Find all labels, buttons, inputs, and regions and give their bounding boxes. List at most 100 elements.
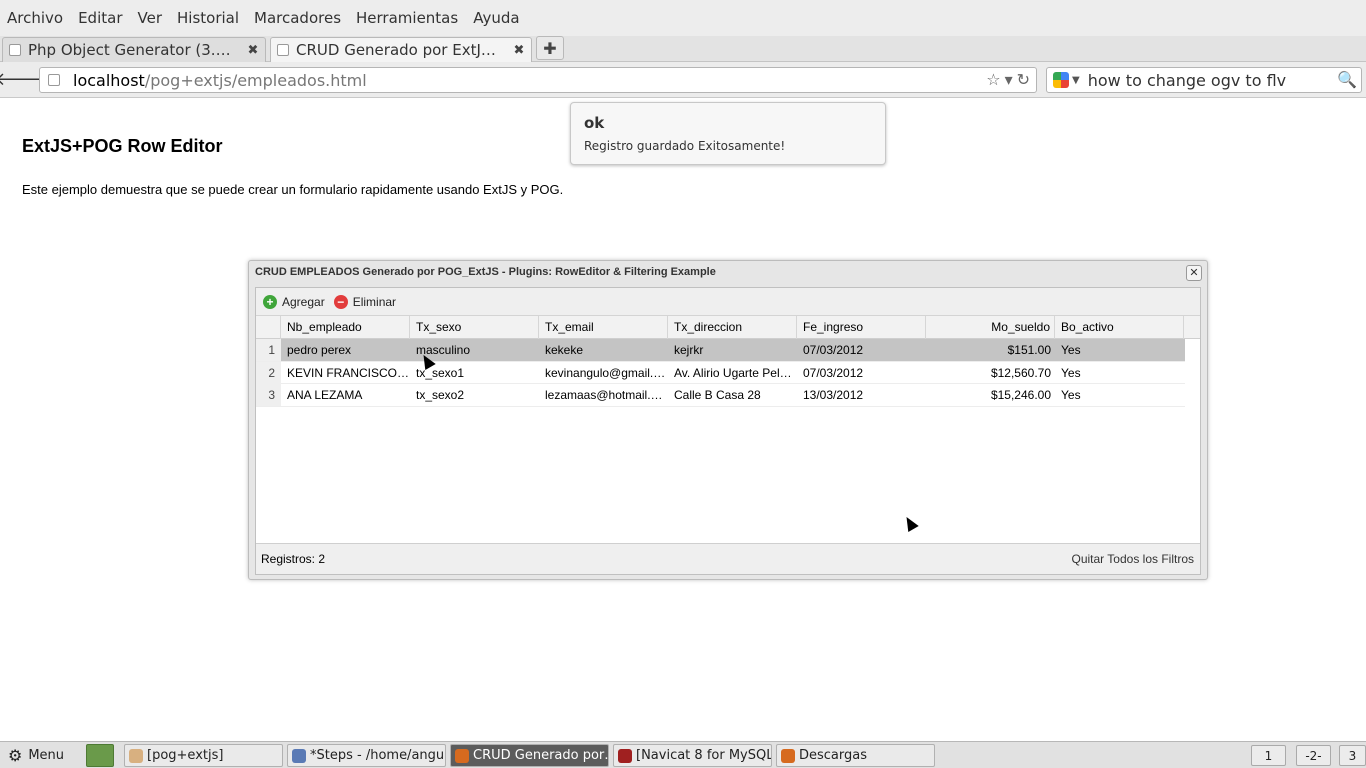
grid-window: CRUD EMPLEADOS Generado por POG_ExtJS - … [248,260,1208,580]
cell-tx-email[interactable]: kevinangulo@gmail.… [539,362,668,384]
workspace-1[interactable]: 1 [1251,745,1286,766]
cell-nb-empleado[interactable]: pedro perex [281,339,410,361]
page-icon [277,44,289,56]
add-icon: + [263,294,277,309]
cell-tx-sexo[interactable]: tx_sexo2 [410,384,539,406]
grid-header: Nb_empleado Tx_sexo Tx_email Tx_direccio… [256,316,1200,339]
grid-footer: Registros: 2 Quitar Todos los Filtros [256,543,1200,574]
menu-bar: Archivo Editar Ver Historial Marcadores … [0,0,1366,36]
taskbar-item-label: *Steps - /home/angu… [310,748,446,763]
text-editor-icon [292,748,306,763]
notification-message: Registro guardado Exitosamente! [584,139,786,153]
cell-tx-direccion[interactable]: Calle B Casa 28 [668,384,797,406]
delete-icon: − [333,294,348,309]
row-number: 2 [256,361,281,384]
reload-icon[interactable]: ↻ [1017,70,1030,89]
menu-archivo[interactable]: Archivo [7,9,63,27]
search-input[interactable]: how to change ogv to flv [1088,71,1286,90]
cell-bo-activo[interactable]: Yes [1055,384,1184,406]
cell-tx-email[interactable]: lezamaas@hotmail.… [539,384,668,406]
menu-herramientas[interactable]: Herramientas [356,9,458,27]
taskbar-item-descargas[interactable]: Descargas [776,744,935,767]
column-header-tx-direccion[interactable]: Tx_direccion [668,316,797,339]
row-number: 1 [256,339,281,361]
cell-mo-sueldo[interactable]: $151.00 [926,339,1055,361]
column-header-bo-activo[interactable]: Bo_activo [1055,316,1184,339]
search-icon[interactable]: 🔍 [1337,70,1357,89]
search-engine-dropdown-icon[interactable]: ▼ [1072,75,1080,86]
menu-marcadores[interactable]: Marcadores [254,9,341,27]
menu-ver[interactable]: Ver [138,9,163,27]
search-bar[interactable]: ▼ how to change ogv to flv 🔍 [1046,67,1362,93]
close-icon[interactable]: ✖ [245,43,261,58]
taskbar: ⚙ Menu [pog+extjs] *Steps - /home/angu… … [0,741,1366,768]
taskbar-item-crud-browser[interactable]: CRUD Generado por… [450,744,609,767]
taskbar-item-label: [Navicat 8 for MySQL] [636,748,772,763]
show-desktop-icon[interactable] [86,744,114,767]
grid-rows: 1 pedro perex masculino kekeke kejrkr 07… [256,339,1200,407]
close-icon[interactable]: ✖ [511,43,527,58]
table-row[interactable]: 1 pedro perex masculino kekeke kejrkr 07… [256,339,1185,362]
table-row[interactable]: 2 KEVIN FRANCISCO… tx_sexo1 kevinangulo@… [256,361,1185,384]
cell-nb-empleado[interactable]: ANA LEZAMA [281,384,410,406]
tab-crud-generado[interactable]: CRUD Generado por ExtJ… ✖ [270,37,532,62]
navicat-icon [618,748,632,763]
browser-icon [455,748,469,763]
downloads-icon [781,748,795,763]
page-description: Este ejemplo demuestra que se puede crea… [22,182,564,197]
page-icon [9,44,21,56]
cell-mo-sueldo[interactable]: $15,246.00 [926,384,1055,406]
dropdown-arrow-icon[interactable]: ▾ [1005,70,1013,89]
menu-editar[interactable]: Editar [78,9,122,27]
cell-fe-ingreso[interactable]: 07/03/2012 [797,362,926,384]
table-row[interactable]: 3 ANA LEZAMA tx_sexo2 lezamaas@hotmail.…… [256,384,1185,407]
start-menu-button[interactable]: ⚙ Menu [4,744,82,767]
grid-toolbar: + Agregar − Eliminar [256,288,1200,316]
url-path: /pog+extjs/empleados.html [144,70,367,90]
clear-filters-button[interactable]: Quitar Todos los Filtros [1072,552,1195,566]
menu-historial[interactable]: Historial [177,9,239,27]
tab-php-object-generator[interactable]: Php Object Generator (3.… ✖ [2,37,266,62]
column-header-tx-email[interactable]: Tx_email [539,316,668,339]
cell-fe-ingreso[interactable]: 13/03/2012 [797,384,926,406]
new-tab-button[interactable]: ✚ [536,36,564,60]
column-header-mo-sueldo[interactable]: Mo_sueldo [926,316,1055,339]
google-icon[interactable] [1053,72,1069,88]
column-header-tx-sexo[interactable]: Tx_sexo [410,316,539,339]
add-label: Agregar [282,294,325,309]
column-header-fe-ingreso[interactable]: Fe_ingreso [797,316,926,339]
close-icon[interactable]: ✕ [1186,265,1202,281]
delete-label: Eliminar [352,294,397,309]
menu-ayuda[interactable]: Ayuda [473,9,519,27]
column-header-nb-empleado[interactable]: Nb_empleado [281,316,410,339]
delete-button[interactable]: − Eliminar [333,294,397,309]
url-bar[interactable]: localhost/pog+extjs/empleados.html ☆ ▾ ↻ [39,67,1037,93]
folder-icon [129,748,143,763]
record-count: Registros: 2 [261,552,326,566]
bookmark-star-icon[interactable]: ☆ [986,70,1000,89]
taskbar-item-label: [pog+extjs] [147,748,224,763]
cell-tx-direccion[interactable]: Av. Alirio Ugarte Pel… [668,362,797,384]
add-button[interactable]: + Agregar [263,294,325,309]
tab-title: CRUD Generado por ExtJ… [296,41,496,59]
back-arrow-icon[interactable]: 🡐 [0,68,43,90]
cell-tx-direccion[interactable]: kejrkr [668,339,797,361]
taskbar-item-pog-extjs[interactable]: [pog+extjs] [124,744,283,767]
row-number: 3 [256,384,281,406]
cell-mo-sueldo[interactable]: $12,560.70 [926,362,1055,384]
notification-title: ok [584,114,605,132]
workspace-3[interactable]: 3 [1339,745,1366,766]
taskbar-item-label: Descargas [799,748,868,763]
cell-bo-activo[interactable]: Yes [1055,362,1184,384]
workspace-2[interactable]: -2- [1296,745,1331,766]
navigation-bar: 🡐 localhost/pog+extjs/empleados.html ☆ ▾… [0,62,1366,98]
taskbar-item-navicat[interactable]: [Navicat 8 for MySQL] [613,744,772,767]
url-host: localhost [73,70,145,90]
cell-fe-ingreso[interactable]: 07/03/2012 [797,339,926,361]
cell-bo-activo[interactable]: Yes [1055,339,1184,361]
taskbar-item-steps-editor[interactable]: *Steps - /home/angu… [287,744,446,767]
cell-tx-email[interactable]: kekeke [539,339,668,361]
gear-icon: ⚙ [8,746,23,765]
cell-nb-empleado[interactable]: KEVIN FRANCISCO… [281,362,410,384]
tab-title: Php Object Generator (3.… [28,41,231,59]
